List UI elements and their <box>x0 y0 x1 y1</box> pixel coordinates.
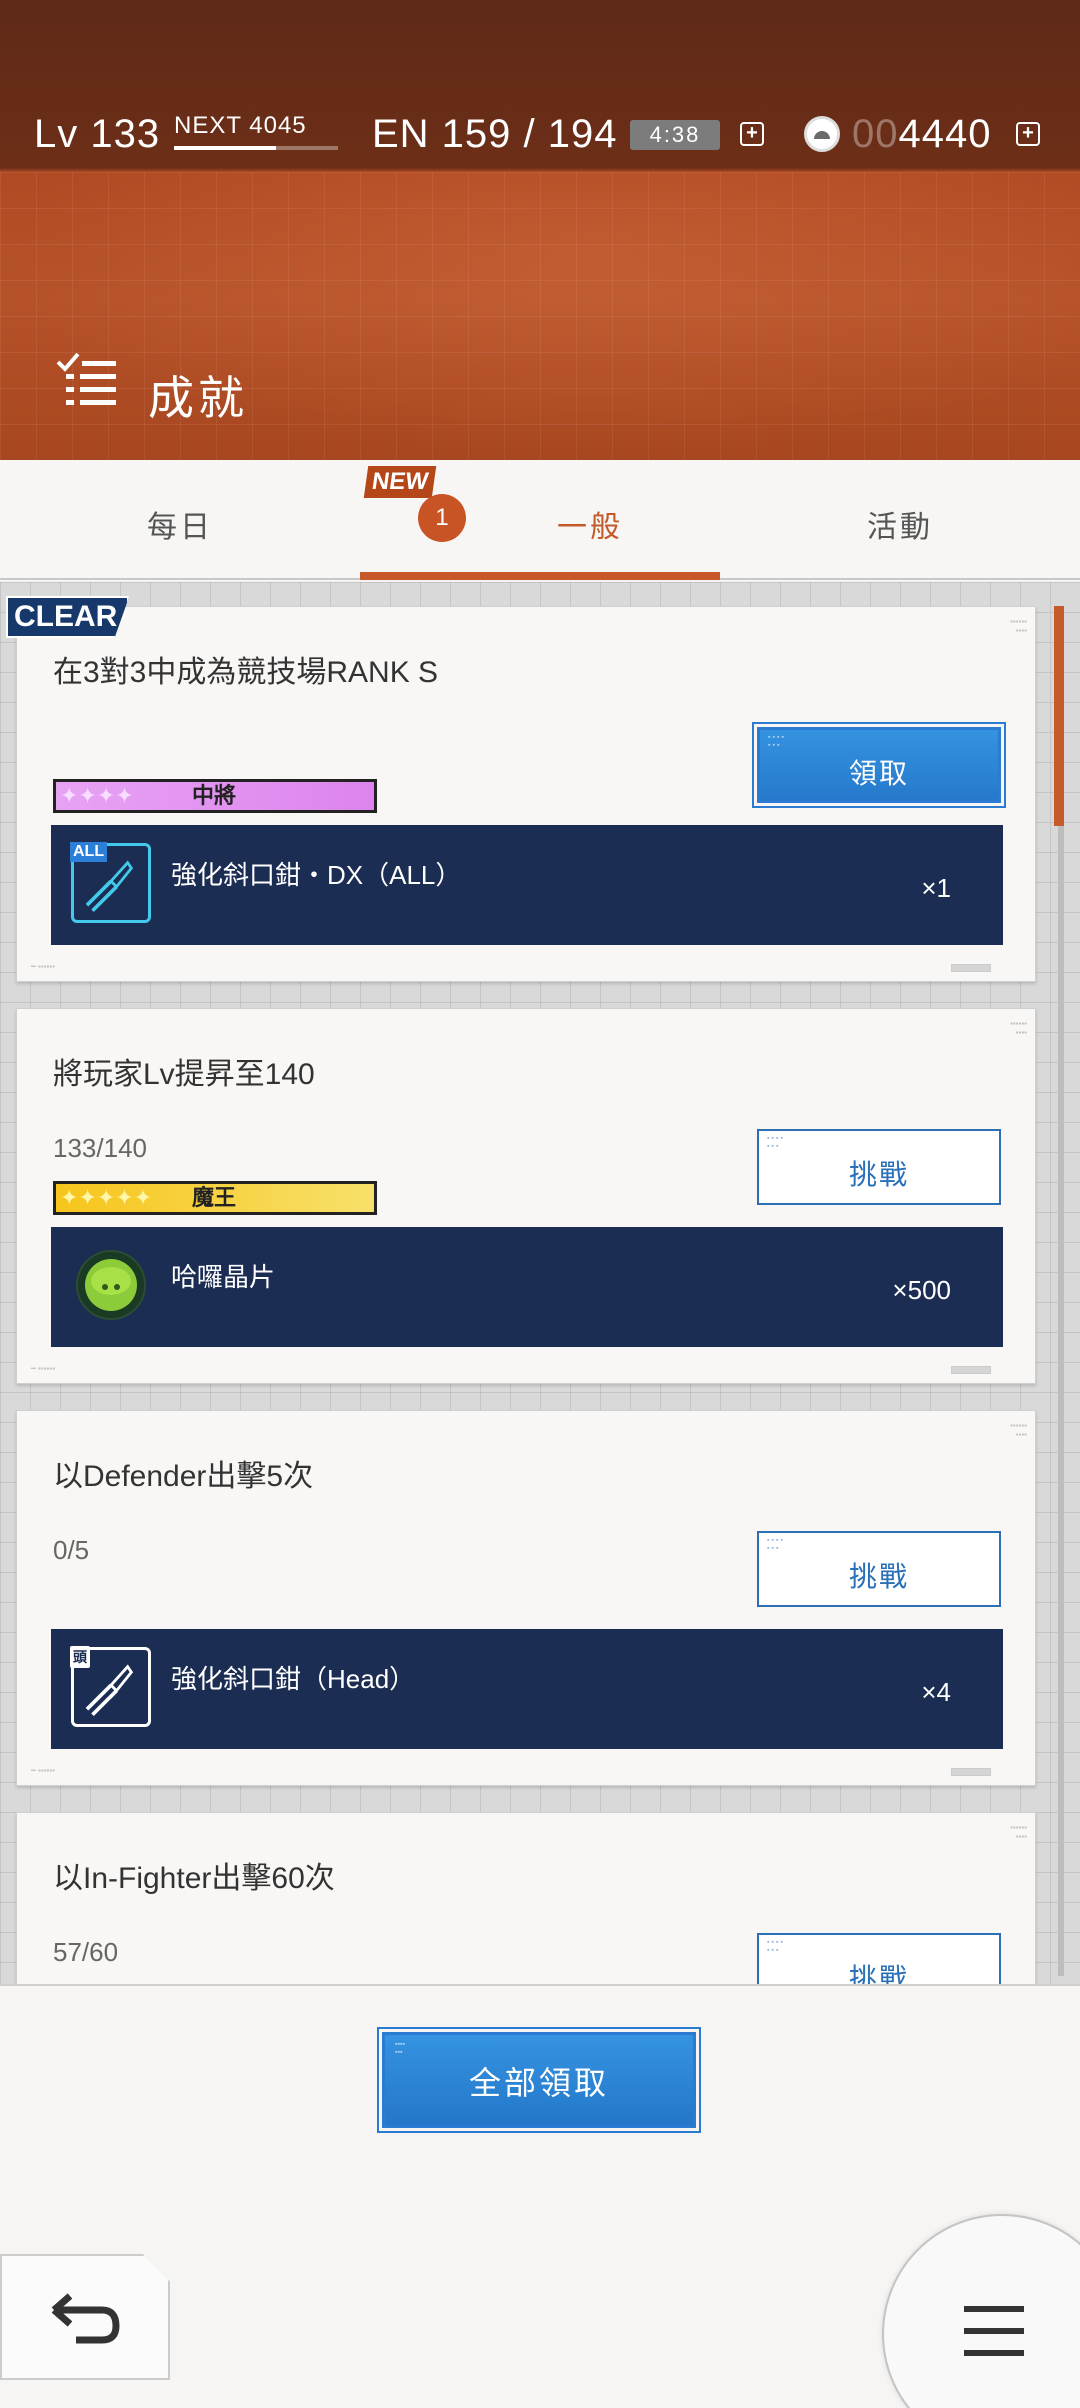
button-deco-text: ▪▪▪▪ ▪▪▪ <box>768 734 786 749</box>
reward-row: 哈囉晶片 ×500 <box>51 1227 1003 1347</box>
energy-value: EN 159 / 194 <box>372 112 618 156</box>
rank-label: 中將 <box>192 783 237 808</box>
add-currency-button[interactable]: + <box>1016 122 1040 146</box>
reward-tag: 頭 <box>70 1646 90 1668</box>
currency-value: 004440 <box>852 112 991 157</box>
reward-quantity: ×4 <box>921 1677 951 1707</box>
tab-event[interactable]: 活動 <box>720 460 1080 580</box>
card-deco-text: ▪▪▪▪▪▪ ▪▪▪▪ <box>1009 1019 1027 1037</box>
back-button[interactable] <box>0 2254 170 2380</box>
claim-all-label: 全部領取 <box>468 2065 609 2101</box>
achievement-list[interactable]: ▪▪▪▪▪▪ ▪▪▪▪ 在3對3中成為競技場RANK S ✦✦✦✦ 中將 ▪▪▪▪… <box>0 582 1080 1984</box>
new-badge: NEW <box>363 466 437 498</box>
reward-row: 頭 強化斜口鉗（Head） ×4 <box>51 1629 1003 1749</box>
currency-amount: 4440 <box>898 112 992 156</box>
challenge-button-label: 挑戰 <box>848 1963 909 1984</box>
nipper-head-icon: 頭 <box>70 1646 151 1727</box>
player-status-bar: Lv 133 NEXT 4045 EN 159 / 194 4:38 + 004… <box>0 108 1080 162</box>
tab-daily-label: 每日 <box>147 511 213 544</box>
category-tabs: 每日 一般 活動 <box>0 460 1080 580</box>
haro-chip-icon <box>71 1245 151 1325</box>
card-deco-boxes <box>947 959 1015 972</box>
challenge-button-label: 挑戰 <box>848 1561 909 1592</box>
reward-tag: ALL <box>70 842 108 862</box>
checklist-icon <box>56 352 116 405</box>
bottom-bar: ▪▪▪▪ ▪▪▪ 全部領取 <box>0 1984 1080 2408</box>
button-deco-text: ▪▪▪▪ ▪▪▪ <box>767 1135 785 1150</box>
rank-label: 魔王 <box>192 1185 237 1210</box>
notification-count-badge: 1 <box>418 494 466 542</box>
reward-name: 哈囉晶片 <box>171 1262 276 1292</box>
nipper-dx-icon: ALL <box>70 842 151 923</box>
achievement-card: ▪▪▪▪▪▪ ▪▪▪▪ 將玩家Lv提昇至140 133/140 ✦✦✦✦✦ 魔王 … <box>16 1008 1036 1384</box>
tab-event-label: 活動 <box>867 511 933 544</box>
achievement-card: ▪▪▪▪▪▪ ▪▪▪▪ 在3對3中成為競技場RANK S ✦✦✦✦ 中將 ▪▪▪▪… <box>16 606 1036 982</box>
header: Lv 133 NEXT 4045 EN 159 / 194 4:38 + 004… <box>0 0 1080 460</box>
reward-quantity: ×1 <box>921 873 951 903</box>
challenge-button[interactable]: ▪▪▪▪ ▪▪▪ 挑戰 <box>757 1933 1001 1984</box>
card-deco-text: ▪▪▪▪▪▪ ▪▪▪▪ <box>1009 1421 1027 1439</box>
card-deco-boxes <box>947 1361 1015 1374</box>
reward-name: 強化斜口鉗（Head） <box>171 1664 416 1694</box>
achievement-title: 在3對3中成為競技場RANK S <box>53 656 439 689</box>
claim-button[interactable]: ▪▪▪▪ ▪▪▪ 領取 <box>752 722 1006 808</box>
achievement-card: ▪▪▪▪▪▪ ▪▪▪▪ 以Defender出擊5次 0/5 ▪▪▪▪ ▪▪▪ 挑戰 … <box>16 1410 1036 1786</box>
tab-general-label: 一般 <box>557 511 623 544</box>
card-deco-footer: ━ ▪▪▪▪▪▪ <box>31 1364 56 1373</box>
button-deco-text: ▪▪▪▪ ▪▪▪ <box>767 1939 785 1954</box>
card-deco-boxes <box>947 1763 1015 1776</box>
card-deco-footer: ━ ▪▪▪▪▪▪ <box>31 1766 56 1775</box>
rank-stars: ✦✦✦✦✦ <box>60 1185 153 1210</box>
energy-timer: 4:38 <box>630 120 720 150</box>
rank-badge: ✦✦✦✦✦ 魔王 <box>53 1181 377 1215</box>
card-deco-text: ▪▪▪▪▪▪ ▪▪▪▪ <box>1009 617 1027 635</box>
main-menu-button[interactable] <box>882 2214 1080 2408</box>
achievement-progress: 133/140 <box>53 1133 147 1163</box>
challenge-button[interactable]: ▪▪▪▪ ▪▪▪ 挑戰 <box>757 1531 1001 1607</box>
challenge-button[interactable]: ▪▪▪▪ ▪▪▪ 挑戰 <box>757 1129 1001 1205</box>
challenge-button-label: 挑戰 <box>848 1159 909 1190</box>
tab-daily[interactable]: 每日 <box>0 460 360 580</box>
page-title: 成就 <box>148 372 248 424</box>
reward-name: 強化斜口鉗・DX（ALL） <box>171 860 462 890</box>
achievement-title: 將玩家Lv提昇至140 <box>53 1058 315 1091</box>
player-level: Lv 133 <box>34 112 161 156</box>
add-energy-button[interactable]: + <box>740 122 764 146</box>
card-deco-footer: ━ ▪▪▪▪▪▪ <box>31 962 56 971</box>
exp-progress-fill <box>174 146 276 150</box>
achievement-title: 以Defender出擊5次 <box>53 1460 314 1493</box>
achievement-progress: 57/60 <box>53 1937 119 1967</box>
haro-coin-icon <box>804 116 840 152</box>
achievement-title: 以In-Fighter出擊60次 <box>53 1862 335 1895</box>
achievement-progress: 0/5 <box>53 1535 90 1565</box>
next-exp-label: NEXT 4045 <box>174 112 307 139</box>
scrollbar-thumb[interactable] <box>1054 606 1064 826</box>
clear-badge: CLEAR <box>6 596 130 638</box>
achievement-card: ▪▪▪▪▪▪ ▪▪▪▪ 以In-Fighter出擊60次 57/60 ▪▪▪▪ ▪▪… <box>16 1812 1036 1984</box>
back-arrow-icon <box>51 2293 120 2344</box>
active-tab-indicator <box>360 572 720 580</box>
hamburger-menu-icon <box>964 2306 1024 2356</box>
haro-chip-graphic <box>76 1250 146 1320</box>
card-deco-text: ▪▪▪▪▪▪ ▪▪▪▪ <box>1009 1823 1027 1841</box>
exp-progress-bar <box>174 146 338 150</box>
claim-button-label: 領取 <box>848 758 909 789</box>
button-deco-text: ▪▪▪▪ ▪▪▪ <box>395 2041 405 2056</box>
reward-row: ALL 強化斜口鉗・DX（ALL） ×1 <box>51 825 1003 945</box>
button-deco-text: ▪▪▪▪ ▪▪▪ <box>767 1537 785 1552</box>
claim-all-button[interactable]: ▪▪▪▪ ▪▪▪ 全部領取 <box>377 2027 701 2133</box>
currency-leading-zeros: 00 <box>852 112 899 156</box>
rank-badge: ✦✦✦✦ 中將 <box>53 779 377 813</box>
reward-quantity: ×500 <box>892 1275 951 1305</box>
rank-stars: ✦✦✦✦ <box>60 783 134 808</box>
